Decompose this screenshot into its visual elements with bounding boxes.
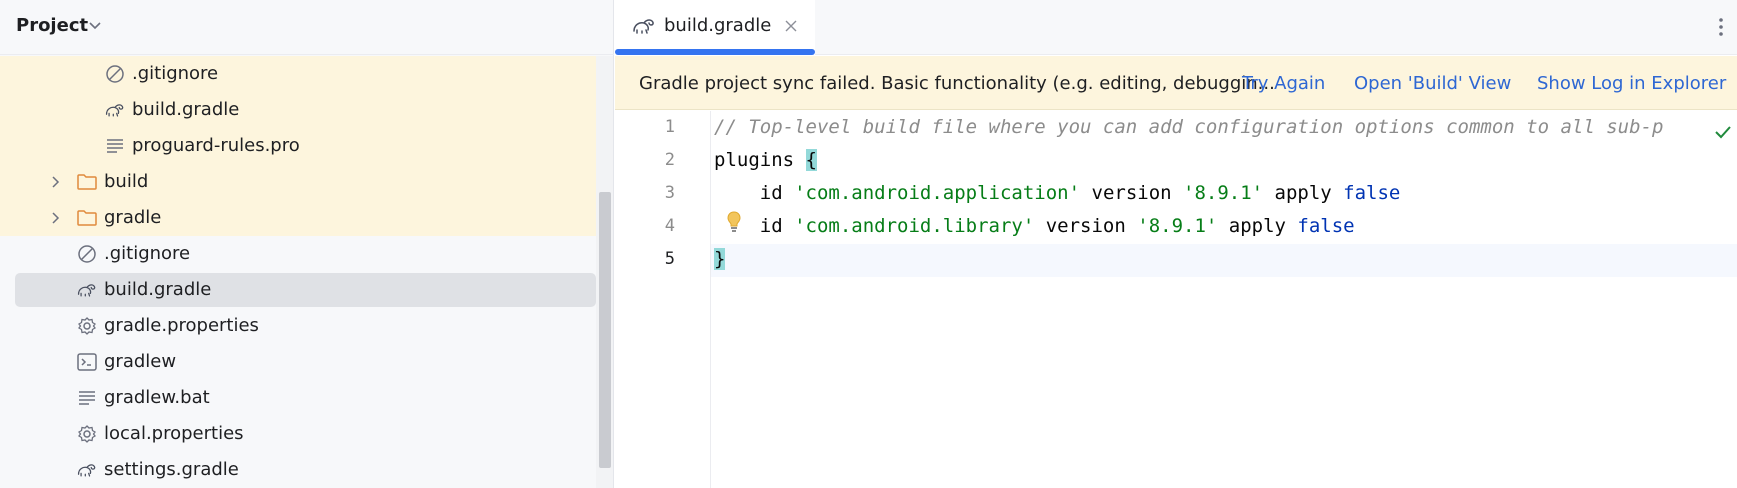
code-token: // Top-level build file where you can ad… bbox=[714, 116, 1664, 138]
tree-item-label: build bbox=[104, 171, 149, 192]
line-number: 1 bbox=[664, 117, 675, 137]
more-vertical-icon[interactable] bbox=[1712, 14, 1730, 40]
code-line[interactable]: id 'com.android.library' version '8.9.1'… bbox=[714, 210, 1355, 243]
code-token: apply bbox=[1217, 215, 1298, 237]
gradle-icon bbox=[76, 460, 98, 480]
tree-item-label: gradlew bbox=[104, 351, 177, 372]
tree-item[interactable]: .gitignore bbox=[0, 56, 596, 92]
sync-failed-banner: Gradle project sync failed. Basic functi… bbox=[615, 56, 1737, 110]
terminal-file-icon bbox=[76, 352, 98, 372]
folder-icon bbox=[76, 208, 98, 228]
code-line[interactable]: // Top-level build file where you can ad… bbox=[714, 111, 1663, 144]
gradle-icon bbox=[104, 100, 126, 120]
line-number: 5 bbox=[664, 249, 675, 269]
code-line[interactable]: plugins { bbox=[714, 144, 817, 177]
code-token: false bbox=[1297, 215, 1355, 237]
editor-area: build.gradle Gradle project sync failed.… bbox=[615, 0, 1737, 488]
tree-item[interactable]: gradle.properties bbox=[0, 308, 596, 344]
line-number: 2 bbox=[664, 150, 675, 170]
tree-item-label: build.gradle bbox=[132, 99, 240, 120]
tree-item[interactable]: build bbox=[0, 164, 596, 200]
scrollbar-thumb[interactable] bbox=[599, 192, 611, 468]
code-token: apply bbox=[1263, 182, 1344, 204]
matched-brace: } bbox=[714, 248, 726, 270]
check-icon[interactable] bbox=[1714, 125, 1732, 139]
tree-item[interactable]: local.properties bbox=[0, 416, 596, 452]
open-build-view-link[interactable]: Open 'Build' View bbox=[1354, 73, 1511, 95]
editor-tab-label: build.gradle bbox=[664, 15, 772, 36]
text-file-icon bbox=[104, 136, 126, 156]
tree-item-label: proguard-rules.pro bbox=[132, 135, 300, 156]
tree-item-label: .gitignore bbox=[132, 63, 219, 84]
tree-item[interactable]: .gitignore bbox=[0, 236, 596, 272]
chevron-down-icon[interactable] bbox=[88, 21, 102, 31]
gradle-icon bbox=[633, 19, 654, 34]
chevron-right-icon[interactable] bbox=[48, 175, 62, 189]
tree-item[interactable]: build.gradle bbox=[0, 272, 596, 308]
code-line[interactable]: } bbox=[714, 243, 726, 276]
tree-item-label: gradle bbox=[104, 207, 162, 228]
banner-message: Gradle project sync failed. Basic functi… bbox=[639, 73, 1275, 94]
close-icon[interactable] bbox=[782, 17, 800, 35]
tree-item[interactable]: settings.gradle bbox=[0, 452, 596, 488]
editor-tab[interactable]: build.gradle bbox=[615, 0, 815, 55]
code-line[interactable]: id 'com.android.application' version '8.… bbox=[714, 177, 1401, 210]
chevron-right-icon[interactable] bbox=[48, 211, 62, 225]
tree-item[interactable]: proguard-rules.pro bbox=[0, 128, 596, 164]
project-view-title[interactable]: Project bbox=[16, 15, 88, 37]
gitignore-icon bbox=[104, 64, 126, 84]
tree-item[interactable]: gradlew.bat bbox=[0, 380, 596, 416]
tree-item[interactable]: build.gradle bbox=[0, 92, 596, 128]
code-token: id bbox=[714, 182, 795, 204]
try-again-link[interactable]: Try Again bbox=[1242, 73, 1325, 95]
current-line-highlight bbox=[615, 244, 1737, 277]
line-number: 3 bbox=[664, 183, 675, 203]
text-file-icon bbox=[76, 388, 98, 408]
code-token: version bbox=[1034, 215, 1138, 237]
active-tab-indicator bbox=[615, 49, 815, 55]
settings-file-icon bbox=[76, 316, 98, 336]
code-token: plugins bbox=[714, 149, 806, 171]
code-token: '8.9.1' bbox=[1137, 215, 1218, 237]
tree-item-label: .gitignore bbox=[104, 243, 191, 264]
code-token: 'com.android.application' bbox=[794, 182, 1081, 204]
code-token: '8.9.1' bbox=[1183, 182, 1264, 204]
project-header: Project bbox=[0, 0, 614, 55]
tree-item[interactable]: gradle bbox=[0, 200, 596, 236]
settings-file-icon bbox=[76, 424, 98, 444]
project-panel: Project .gitignore build.gradle proguard-r… bbox=[0, 0, 614, 488]
gradle-icon bbox=[76, 280, 98, 300]
tree-item-label: gradle.properties bbox=[104, 315, 259, 336]
tree-item[interactable]: gradlew bbox=[0, 344, 596, 380]
line-number: 4 bbox=[664, 216, 675, 236]
tree-item-label: local.properties bbox=[104, 423, 244, 444]
code-token: 'com.android.library' bbox=[794, 215, 1035, 237]
matched-brace: { bbox=[805, 149, 817, 171]
show-log-in-explorer-link[interactable]: Show Log in Explorer bbox=[1537, 73, 1726, 95]
gitignore-icon bbox=[76, 244, 98, 264]
selection-highlight bbox=[15, 273, 596, 307]
folder-icon bbox=[76, 172, 98, 192]
tree-item-label: gradlew.bat bbox=[104, 387, 210, 408]
line-number-gutter[interactable]: 1 2 3 4 5 bbox=[615, 111, 711, 488]
tree-item-label: build.gradle bbox=[104, 279, 212, 300]
code-token: version bbox=[1080, 182, 1184, 204]
tree-item-label: settings.gradle bbox=[104, 459, 239, 480]
code-token: false bbox=[1343, 182, 1401, 204]
editor-tab-bar: build.gradle bbox=[615, 0, 1737, 55]
code-token: id bbox=[714, 215, 795, 237]
